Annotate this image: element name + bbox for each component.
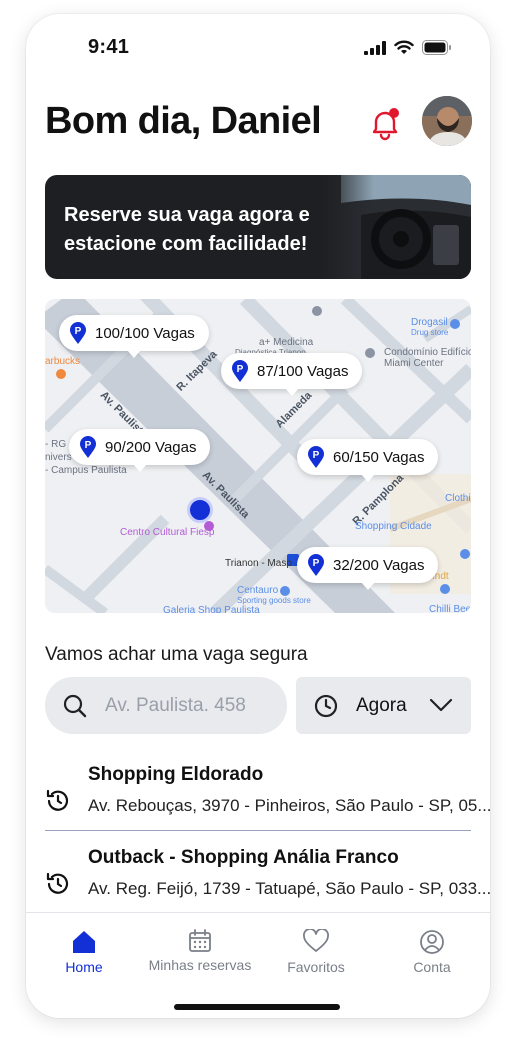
map-label-miami: Miami Center (384, 358, 444, 369)
parking-pin[interactable]: P 32/200 Vagas (297, 547, 439, 590)
status-icons (364, 40, 452, 55)
tab-account-label: Conta (413, 959, 451, 975)
divider (45, 830, 471, 831)
wifi-icon (394, 40, 414, 54)
parking-icon: P (80, 436, 96, 458)
svg-text:P: P (75, 326, 82, 337)
map-label-galeria: Galeria Shop Paulista (163, 605, 260, 613)
tab-favorites-label: Favoritos (287, 959, 345, 975)
svg-text:P: P (85, 440, 92, 451)
svg-text:P: P (237, 364, 244, 375)
svg-text:P: P (313, 450, 320, 461)
bottom-tab-bar: Home Minhas reservas Favoritos Conta (26, 912, 490, 1018)
history-icon (46, 872, 69, 894)
avatar-photo (422, 96, 472, 146)
status-bar: 9:41 (26, 14, 490, 84)
banner-text: Reserve sua vaga agora e estacione com f… (64, 201, 334, 259)
parking-pin[interactable]: P 60/150 Vagas (297, 439, 439, 482)
avatar[interactable] (422, 96, 472, 146)
map-label-univers: nivers (45, 452, 72, 463)
status-time: 9:41 (88, 36, 130, 58)
search-field[interactable] (45, 677, 287, 734)
banner-car-photo (321, 175, 471, 279)
chevron-down-icon (429, 698, 453, 712)
map-label-centauro: Centauro (237, 585, 279, 596)
map-label-condominio: Condomínio Edifício (384, 347, 471, 358)
parking-icon: P (308, 554, 324, 576)
parking-pin[interactable]: P 100/100 Vagas (59, 315, 209, 358)
parking-pin-label: 32/200 Vagas (333, 556, 425, 574)
recent-place-address: Av. Rebouças, 3970 - Pinheiros, São Paul… (88, 796, 490, 815)
recent-place-address: Av. Reg. Feijó, 1739 - Tatuapé, São Paul… (88, 879, 490, 898)
map-label-shopping-cidade: Shopping Cidade (355, 521, 432, 532)
recent-search-item[interactable]: Shopping Eldorado Av. Rebouças, 3970 - P… (45, 764, 490, 844)
parking-pin[interactable]: P 90/200 Vagas (69, 429, 211, 472)
parking-icon: P (70, 322, 86, 344)
parking-pin[interactable]: P 87/100 Vagas (221, 353, 363, 396)
current-location-dot (187, 497, 213, 523)
parking-icon: P (232, 360, 248, 382)
search-input[interactable] (105, 694, 255, 717)
map-label-chilli: Chilli Bee (429, 604, 471, 613)
map-label-sporting: Sporting goods store (237, 596, 311, 605)
map-label-rg: - RG (45, 439, 67, 450)
heart-icon (303, 929, 329, 952)
map-label-campus: - Campus Paulista (45, 465, 127, 476)
greeting-title: Bom dia, Daniel (45, 100, 322, 142)
user-icon (420, 930, 444, 954)
parking-pin-label: 100/100 Vagas (95, 324, 195, 342)
home-icon (73, 931, 95, 953)
map-label-trianon: Trianon - Masp (225, 558, 292, 569)
svg-text:P: P (313, 558, 320, 569)
map-label-clothing: Clothin (445, 493, 471, 504)
map-label-centro-cultural: Centro Cultural Fiesp (120, 527, 215, 538)
battery-icon (422, 40, 451, 55)
parking-icon: P (308, 446, 324, 468)
promo-banner[interactable]: Reserve sua vaga agora e estacione com f… (45, 175, 471, 279)
calendar-icon (189, 929, 211, 952)
banner-line-1: Reserve sua vaga agora e (64, 204, 310, 226)
notifications-button[interactable] (368, 106, 402, 142)
map-label-drogasil: Drogasil (411, 317, 448, 328)
clock-icon (314, 694, 338, 717)
banner-line-2: estacione com facilidade! (64, 233, 308, 255)
recent-place-name: Shopping Eldorado (88, 764, 264, 785)
search-section-title: Vamos achar uma vaga segura (45, 644, 308, 665)
tab-home-label: Home (65, 959, 103, 975)
bell-icon (372, 108, 399, 141)
signal-icon (364, 40, 386, 55)
search-icon (63, 694, 87, 717)
time-select[interactable]: Agora (296, 677, 471, 734)
phone-screen: 9:41 Bom dia, Daniel Reserve sua vaga ag… (26, 14, 490, 1018)
parking-pin-label: 87/100 Vagas (257, 362, 349, 380)
parking-pin-label: 60/150 Vagas (333, 448, 425, 466)
parking-map[interactable]: Drogasil Drug store a+ Medicina Diagnóst… (45, 299, 471, 613)
map-label-drug-store: Drug store (411, 328, 449, 337)
history-icon (46, 789, 69, 811)
tab-reservations-label: Minhas reservas (148, 957, 252, 973)
time-select-value: Agora (356, 694, 407, 716)
recent-place-name: Outback - Shopping Anália Franco (88, 847, 399, 868)
home-indicator (174, 1004, 340, 1010)
map-label-starbucks: arbucks (45, 356, 81, 367)
map-label-medicina: a+ Medicina (259, 337, 314, 348)
parking-pin-label: 90/200 Vagas (105, 438, 197, 456)
